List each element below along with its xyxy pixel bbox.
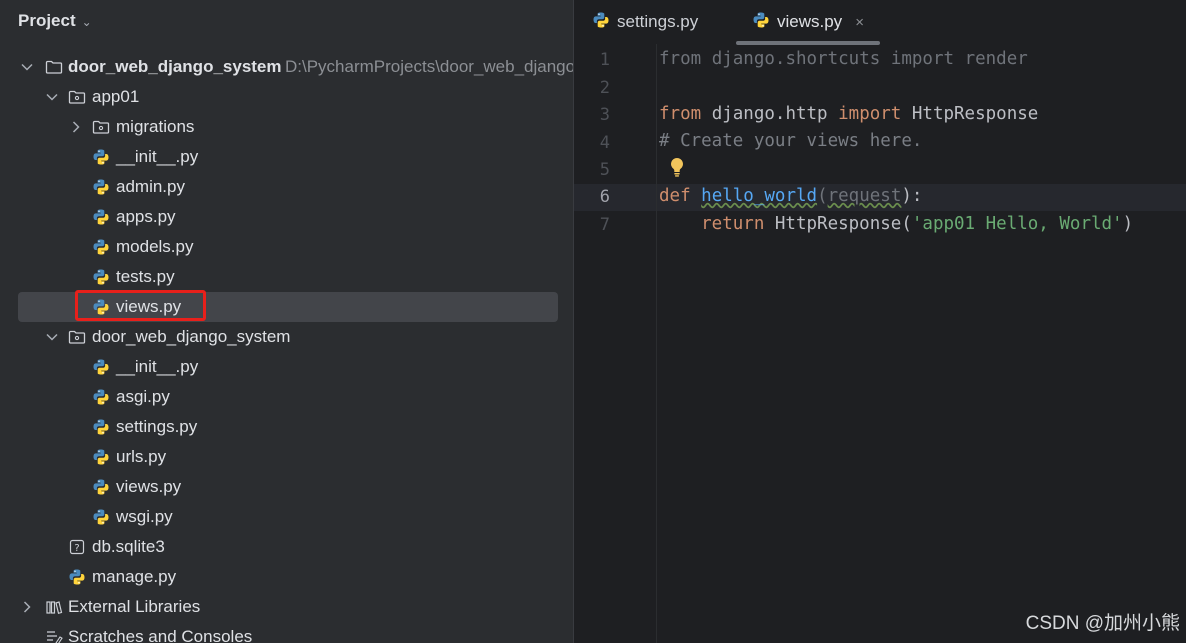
tree-item-label: settings.py <box>116 417 198 436</box>
unknown-file-icon: ? <box>68 538 86 556</box>
package-folder-icon <box>92 118 110 136</box>
python-file-icon <box>92 478 110 496</box>
line-number: 1 <box>599 50 610 70</box>
code-line-4[interactable]: # Create your views here. <box>659 131 922 151</box>
tree-item-label: models.py <box>116 237 194 256</box>
tree-item[interactable]: __init__.py <box>0 142 573 172</box>
tree-item[interactable]: settings.py <box>0 412 573 442</box>
editor-tab-bar: settings.py views.py × <box>574 0 1186 45</box>
python-file-icon <box>92 388 110 406</box>
tree-item-label: migrations <box>116 117 195 136</box>
tree-item-label: wsgi.py <box>116 507 173 526</box>
line-number: 4 <box>599 133 610 153</box>
tree-item[interactable]: app01 <box>0 82 573 112</box>
code-editor: settings.py views.py × 1 2 3 4 5 6 7 fro… <box>573 0 1186 643</box>
tree-item-label: asgi.py <box>116 387 170 406</box>
lightbulb-icon[interactable] <box>669 157 685 177</box>
package-folder-icon <box>68 88 86 106</box>
tree-item[interactable]: Scratches and Consoles <box>0 622 573 643</box>
tree-item[interactable]: wsgi.py <box>0 502 573 532</box>
scratches-icon <box>45 628 63 643</box>
python-file-icon <box>92 178 110 196</box>
python-file-icon <box>92 208 110 226</box>
tree-item[interactable]: tests.py <box>0 262 573 292</box>
tab-settings-py[interactable]: settings.py <box>592 0 698 44</box>
svg-text:?: ? <box>74 543 79 554</box>
tree-item[interactable]: __init__.py <box>0 352 573 382</box>
code-line-6[interactable]: def hello_world(request): <box>659 186 922 206</box>
chevron-right-icon[interactable] <box>20 600 34 614</box>
python-file-icon <box>92 268 110 286</box>
python-file-icon <box>92 508 110 526</box>
line-number: 2 <box>599 78 610 98</box>
python-file-icon <box>92 238 110 256</box>
tab-views-py[interactable]: views.py × <box>752 0 864 44</box>
tab-label: views.py <box>777 12 843 31</box>
python-file-icon <box>592 11 610 34</box>
tree-item-label: urls.py <box>116 447 167 466</box>
tree-item-label: manage.py <box>92 567 177 586</box>
chevron-down-icon[interactable] <box>20 60 34 74</box>
watermark: CSDN @加州小熊 <box>1025 613 1180 634</box>
python-file-icon <box>92 148 110 166</box>
code-line-7[interactable]: return HttpResponse('app01 Hello, World'… <box>659 214 1133 234</box>
tree-item-label: admin.py <box>116 177 185 196</box>
tree-item-label: Scratches and Consoles <box>68 627 253 643</box>
tree-item[interactable]: apps.py <box>0 202 573 232</box>
tree-item[interactable]: door_web_django_system <box>0 322 573 352</box>
code-line-3[interactable]: from django.http import HttpResponse <box>659 104 1038 124</box>
annotation-highlight-box <box>75 290 206 321</box>
tree-item[interactable]: asgi.py <box>0 382 573 412</box>
tree-item[interactable]: manage.py <box>0 562 573 592</box>
line-number-current: 6 <box>599 187 610 207</box>
code-line-1[interactable]: from django.shortcuts import render <box>659 49 1028 69</box>
tree-item-label: tests.py <box>116 267 175 286</box>
tree-item-label: db.sqlite3 <box>92 537 165 556</box>
tree-item-label: __init__.py <box>116 147 199 166</box>
line-number: 3 <box>599 105 610 125</box>
python-file-icon <box>92 358 110 376</box>
tree-item-label: views.py <box>116 477 182 496</box>
tree-item-label: app01 <box>92 87 140 106</box>
tree-item[interactable]: door_web_django_system D:\PycharmProjects… <box>0 52 573 82</box>
gutter-divider <box>656 44 657 643</box>
tree-item[interactable]: ? db.sqlite3 <box>0 532 573 562</box>
python-file-icon <box>752 11 770 34</box>
tab-label: settings.py <box>617 12 699 31</box>
line-number: 5 <box>599 160 610 180</box>
project-panel-header[interactable]: Project ⌄ <box>18 10 92 32</box>
package-folder-icon <box>68 328 86 346</box>
active-tab-indicator <box>736 41 880 45</box>
line-number: 7 <box>599 215 610 235</box>
tree-item-label: apps.py <box>116 207 176 226</box>
tree-item[interactable]: admin.py <box>0 172 573 202</box>
tree-item[interactable]: views.py <box>0 472 573 502</box>
tree-item[interactable]: urls.py <box>0 442 573 472</box>
python-file-icon <box>92 448 110 466</box>
close-icon[interactable]: × <box>855 14 864 31</box>
tree-item-label: __init__.py <box>116 357 199 376</box>
library-icon <box>45 598 63 616</box>
python-file-icon <box>92 418 110 436</box>
tree-item[interactable]: migrations <box>0 112 573 142</box>
chevron-down-icon[interactable]: ⌄ <box>82 15 92 29</box>
project-panel-title: Project <box>18 11 76 30</box>
chevron-right-icon[interactable] <box>69 120 83 134</box>
folder-icon <box>45 58 63 76</box>
project-tool-window: Project ⌄ door_web_django_system D:\Pycha… <box>0 0 573 643</box>
tree-item-label: door_web_django_system <box>68 57 282 76</box>
chevron-down-icon[interactable] <box>45 330 59 344</box>
chevron-down-icon[interactable] <box>45 90 59 104</box>
tree-item-label: door_web_django_system <box>92 327 291 346</box>
python-file-icon <box>68 568 86 586</box>
tree-item[interactable]: External Libraries <box>0 592 573 622</box>
tree-item-label: External Libraries <box>68 597 201 616</box>
project-path-hint: D:\PycharmProjects\door_web_django <box>285 57 573 76</box>
tree-item[interactable]: models.py <box>0 232 573 262</box>
